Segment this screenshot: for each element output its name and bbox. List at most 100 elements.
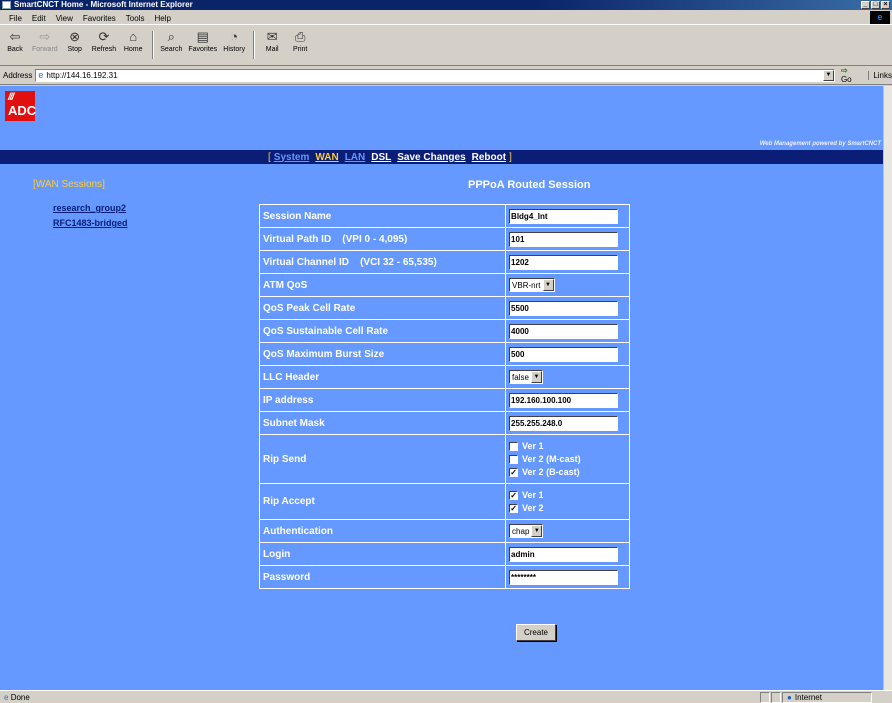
- window-title: SmartCNCT Home - Microsoft Internet Expl…: [14, 0, 193, 9]
- mail-label: Mail: [265, 46, 279, 53]
- address-label: Address: [3, 70, 33, 80]
- maximize-button[interactable]: □: [871, 1, 880, 9]
- mail-button[interactable]: ✉ Mail: [261, 29, 283, 53]
- atm-qos-select[interactable]: VBR-nrt ▼: [509, 278, 555, 292]
- sidebar-link-research-group2[interactable]: research_group2: [53, 203, 126, 213]
- max-burst-input[interactable]: 500: [509, 346, 619, 362]
- search-button[interactable]: ⌕ Search: [160, 29, 182, 53]
- minimize-button[interactable]: _: [861, 1, 870, 9]
- refresh-label: Refresh: [91, 46, 117, 53]
- chevron-down-icon: ▼: [531, 525, 543, 537]
- form-row-atm-qos: ATM QoS VBR-nrt ▼: [258, 273, 630, 297]
- links-button[interactable]: Links: [868, 70, 892, 80]
- go-arrow-icon: ⇨: [840, 66, 848, 75]
- form-row-subnet-mask: Subnet Mask 255.255.248.0: [258, 411, 630, 435]
- nav-system[interactable]: System: [274, 152, 310, 163]
- rip-send-ver1-option[interactable]: Ver 1: [509, 440, 629, 453]
- address-dropdown-icon[interactable]: ▼: [822, 69, 834, 81]
- stop-button[interactable]: ⊗ Stop: [64, 29, 86, 53]
- form-row-max-burst: QoS Maximum Burst Size 500: [258, 342, 630, 366]
- refresh-button[interactable]: ⟳ Refresh: [92, 29, 117, 53]
- nav-dsl[interactable]: DSL: [371, 152, 391, 163]
- menu-edit[interactable]: Edit: [27, 14, 51, 23]
- favorites-icon: ▤: [196, 29, 209, 44]
- rip-send-ver2-mcast-option[interactable]: Ver 2 (M-cast): [509, 453, 629, 466]
- sustainable-cell-rate-input[interactable]: 4000: [509, 323, 619, 339]
- print-icon: ⎙: [294, 29, 306, 44]
- form-row-authentication: Authentication chap ▼: [258, 519, 630, 543]
- search-label: Search: [160, 46, 183, 53]
- atm-qos-value: VBR-nrt: [512, 280, 541, 290]
- nav-wan[interactable]: WAN: [315, 152, 338, 163]
- rip-accept-ver2-option[interactable]: ✓ Ver 2: [509, 502, 629, 515]
- subnet-mask-input[interactable]: 255.255.248.0: [509, 415, 619, 431]
- page-done-icon: e: [4, 692, 9, 702]
- zone-label: Internet: [794, 692, 822, 702]
- authentication-select[interactable]: chap ▼: [509, 524, 544, 538]
- window-title-bar: SmartCNCT Home - Microsoft Internet Expl…: [0, 0, 892, 10]
- toolbar-separator: [253, 31, 256, 59]
- llc-header-select[interactable]: false ▼: [509, 370, 543, 384]
- vertical-scrollbar[interactable]: [883, 86, 892, 690]
- create-button[interactable]: Create: [516, 624, 556, 641]
- menu-bar: File Edit View Favorites Tools Help e: [0, 11, 892, 24]
- print-label: Print: [292, 46, 308, 53]
- go-button[interactable]: ⇨ Go: [841, 66, 860, 84]
- forward-button[interactable]: ⇨ Forward: [32, 29, 58, 53]
- form-row-password: Password ********: [258, 565, 630, 589]
- nav-reboot[interactable]: Reboot: [472, 152, 506, 163]
- menu-file[interactable]: File: [4, 14, 27, 23]
- status-bar: e Done ● Internet: [0, 690, 892, 703]
- home-icon: ⌂: [129, 29, 138, 44]
- favorites-button[interactable]: ▤ Favorites: [188, 29, 217, 53]
- print-button[interactable]: ⎙ Print: [289, 29, 311, 53]
- menu-favorites[interactable]: Favorites: [78, 14, 121, 23]
- ip-address-label: IP address: [258, 388, 507, 412]
- menu-view[interactable]: View: [51, 14, 78, 23]
- nav-lan[interactable]: LAN: [345, 152, 366, 163]
- history-label: History: [223, 46, 246, 53]
- rip-send-ver2-bcast-option[interactable]: ✓ Ver 2 (B-cast): [509, 466, 629, 479]
- history-button[interactable]: ◔ History: [223, 29, 245, 53]
- form-row-ip-address: IP address 192.160.100.100: [258, 388, 630, 412]
- rip-send-ver2-mcast-checkbox[interactable]: [509, 454, 519, 464]
- rip-send-ver2-bcast-label: Ver 2 (B-cast): [522, 467, 580, 477]
- peak-cell-rate-label: QoS Peak Cell Rate: [258, 296, 507, 320]
- session-name-input[interactable]: Bldg4_Int: [509, 208, 619, 224]
- page-icon: e: [38, 70, 44, 80]
- menu-help[interactable]: Help: [149, 14, 175, 23]
- vci-input[interactable]: 1202: [509, 254, 619, 270]
- max-burst-label: QoS Maximum Burst Size: [258, 342, 507, 366]
- session-form-table: Session Name Bldg4_Int Virtual Path ID (…: [258, 204, 630, 589]
- rip-accept-ver1-option[interactable]: ✓ Ver 1: [509, 489, 629, 502]
- go-label: Go: [840, 75, 852, 84]
- rip-accept-ver2-checkbox[interactable]: ✓: [509, 503, 519, 513]
- authentication-label: Authentication: [258, 519, 507, 543]
- home-button[interactable]: ⌂ Home: [122, 29, 144, 53]
- powered-by-text: Web Management powered by SmartCNCT: [759, 141, 881, 147]
- ip-address-input[interactable]: 192.160.100.100: [509, 392, 619, 408]
- peak-cell-rate-input[interactable]: 5500: [509, 300, 619, 316]
- rip-send-label: Rip Send: [258, 434, 507, 484]
- forward-arrow-icon: ⇨: [39, 29, 51, 44]
- search-icon: ⌕: [167, 29, 175, 44]
- vpi-input[interactable]: 101: [509, 231, 619, 247]
- nav-save-changes[interactable]: Save Changes: [397, 152, 465, 163]
- menu-tools[interactable]: Tools: [121, 14, 150, 23]
- vci-label: Virtual Channel ID: [263, 256, 349, 268]
- back-label: Back: [7, 46, 23, 53]
- back-button[interactable]: ⇦ Back: [4, 29, 26, 53]
- vpi-hint: (VPI 0 - 4,095): [342, 233, 408, 245]
- rip-accept-ver1-label: Ver 1: [522, 490, 544, 500]
- chevron-down-icon: ▼: [542, 279, 554, 291]
- close-button[interactable]: ×: [881, 1, 890, 9]
- rip-send-ver2-bcast-checkbox[interactable]: ✓: [509, 467, 519, 477]
- window-controls: _ □ ×: [861, 0, 890, 9]
- login-input[interactable]: admin: [509, 546, 619, 562]
- back-arrow-icon: ⇦: [9, 29, 21, 44]
- password-input[interactable]: ********: [509, 569, 619, 585]
- sidebar-link-rfc1483-bridged[interactable]: RFC1483-bridged: [53, 218, 128, 228]
- address-input[interactable]: e http://144.16.192.31 ▼: [35, 68, 835, 82]
- rip-send-ver1-checkbox[interactable]: [509, 441, 519, 451]
- rip-accept-ver1-checkbox[interactable]: ✓: [509, 490, 519, 500]
